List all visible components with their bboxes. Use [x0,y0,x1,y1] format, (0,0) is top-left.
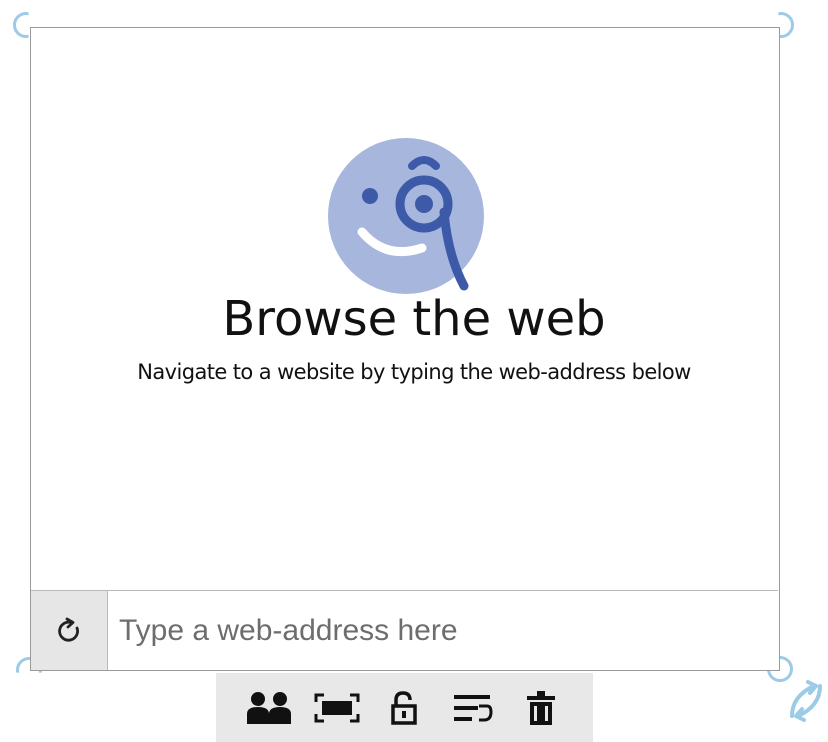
widget-toolbar [216,673,593,742]
refresh-button[interactable] [31,591,108,670]
text-wrap-icon [453,694,493,721]
text-wrap-button[interactable] [450,685,496,731]
fullscreen-icon [314,693,359,722]
web-browser-widget [30,27,780,671]
page-title: Browse the web [222,291,606,347]
browser-logo-icon [328,138,484,294]
address-bar [31,590,778,670]
users-icon [246,691,291,724]
address-input[interactable] [108,591,778,670]
delete-icon [526,690,555,725]
refresh-icon [58,617,79,642]
delete-button[interactable] [518,685,564,731]
users-button[interactable] [246,685,292,731]
page-subtitle: Navigate to a website by typing the web-… [137,360,691,384]
unlock-button[interactable] [382,685,428,731]
rotate-resize-icon[interactable] [786,678,826,724]
unlock-icon [390,690,417,725]
fullscreen-button[interactable] [314,685,360,731]
